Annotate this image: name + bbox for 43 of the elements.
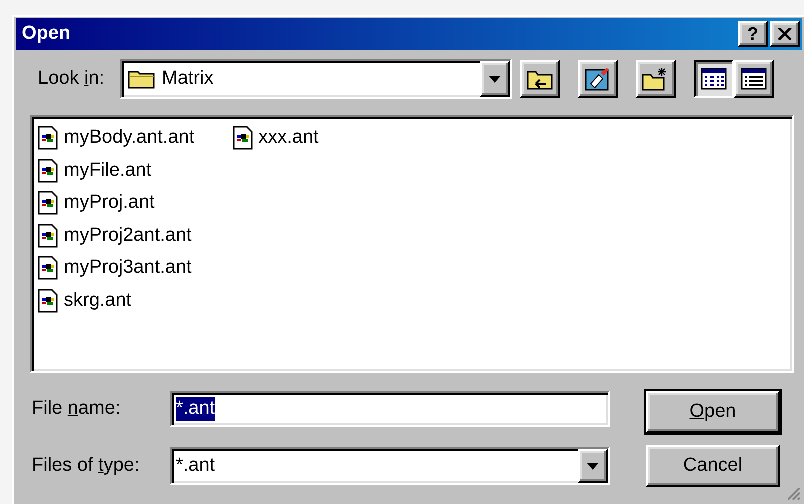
- file-type-label: Files of type:: [32, 454, 141, 478]
- file-icon: [232, 126, 253, 150]
- details-view-button[interactable]: [734, 60, 774, 98]
- dropdown-button[interactable]: [480, 61, 510, 97]
- details-view-icon: [741, 68, 767, 90]
- file-item[interactable]: myProj2ant.ant: [38, 220, 197, 252]
- file-item[interactable]: skrg.ant: [38, 284, 197, 317]
- file-item[interactable]: myProj.ant: [38, 187, 197, 220]
- close-button[interactable]: [770, 21, 800, 47]
- file-item[interactable]: myProj3ant.ant: [38, 252, 197, 284]
- dialog-button[interactable]: Cancel: [646, 445, 780, 487]
- file-icon: [38, 256, 58, 280]
- dropdown-button[interactable]: [578, 449, 608, 483]
- window-title: Open: [22, 22, 71, 46]
- look-in-value: Matrix: [162, 66, 215, 91]
- desktop-icon: [585, 67, 611, 91]
- caret-icon: [587, 462, 599, 470]
- caret-icon: [489, 76, 501, 82]
- file-name-value: *.ant: [176, 397, 216, 421]
- up-folder-button[interactable]: [520, 60, 560, 98]
- file-item[interactable]: xxx.ant: [232, 122, 321, 154]
- look-in-dropdown[interactable]: Matrix: [120, 59, 512, 99]
- desktop-button[interactable]: [578, 60, 618, 98]
- list-view-button[interactable]: [694, 60, 734, 98]
- file-item[interactable]: myFile.ant: [38, 154, 197, 187]
- look-in-label: Look in:: [38, 66, 106, 91]
- dialog-button[interactable]: Open: [646, 391, 780, 433]
- help-button[interactable]: ?: [738, 21, 768, 47]
- resize-grip-icon: [788, 488, 800, 500]
- file-icon: [38, 158, 58, 183]
- file-icon: [38, 288, 58, 313]
- close-icon: [778, 28, 792, 40]
- folder-icon: [128, 69, 156, 89]
- file-icon: [38, 126, 58, 150]
- file-name-field[interactable]: *.ant: [170, 391, 610, 427]
- file-type-value: *.ant: [176, 454, 216, 478]
- new-folder-button[interactable]: [636, 60, 676, 98]
- file-type-dropdown[interactable]: *.ant: [170, 447, 610, 485]
- list-view-icon: [701, 68, 727, 90]
- file-icon: [38, 191, 58, 216]
- file-name-label: File name:: [32, 396, 122, 421]
- file-icon: [38, 224, 58, 248]
- file-item[interactable]: myBody.ant.ant: [38, 122, 197, 154]
